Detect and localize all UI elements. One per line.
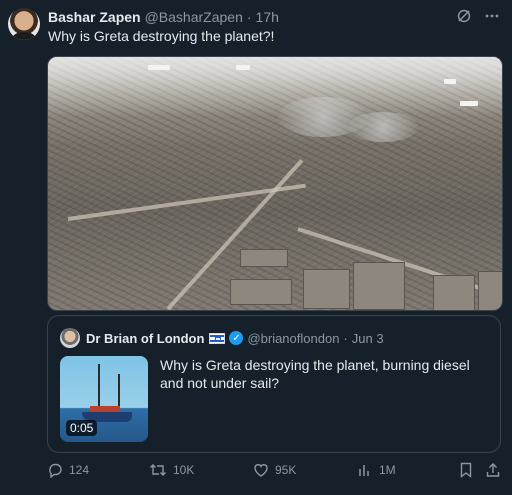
- quoted-post-text: Why is Greta destroying the planet, burn…: [160, 357, 470, 391]
- repost-button[interactable]: 10K: [149, 462, 194, 478]
- author-handle[interactable]: @BasharZapen: [145, 9, 243, 25]
- header-icons: [456, 8, 500, 24]
- quoted-post-header: Dr Brian of London ✓ @brianoflondon · Ju…: [86, 328, 384, 348]
- quoted-video-thumbnail[interactable]: 0:05: [60, 356, 148, 442]
- post-header: Bashar Zapen @BasharZapen · 17h: [48, 8, 279, 26]
- quoted-post[interactable]: Dr Brian of London ✓ @brianoflondon · Ju…: [47, 315, 501, 453]
- post-text: Why is Greta destroying the planet?!: [48, 28, 275, 44]
- repost-icon: [149, 462, 167, 478]
- analytics-icon: [357, 462, 373, 478]
- reply-count: 124: [69, 463, 90, 477]
- bookmark-icon: [459, 462, 473, 478]
- quoted-author-avatar[interactable]: [60, 328, 80, 348]
- share-button[interactable]: [485, 462, 501, 478]
- verified-badge-icon: ✓: [229, 331, 244, 345]
- more-options-icon[interactable]: [484, 8, 500, 24]
- grok-icon[interactable]: [456, 8, 472, 24]
- bookmark-button[interactable]: [459, 462, 473, 478]
- israel-flag-icon: [209, 332, 226, 344]
- like-count: 95K: [275, 463, 297, 477]
- action-bar: 124 10K 95K 1M: [47, 462, 501, 484]
- post: Bashar Zapen @BasharZapen · 17h Why is G…: [0, 0, 512, 495]
- quoted-author-handle[interactable]: @brianoflondon: [247, 331, 339, 346]
- reply-icon: [47, 462, 63, 478]
- repost-count: 10K: [173, 463, 195, 477]
- author-name[interactable]: Bashar Zapen: [48, 9, 141, 25]
- view-count: 1M: [379, 463, 396, 477]
- quoted-post-date[interactable]: Jun 3: [352, 331, 384, 346]
- views-button[interactable]: 1M: [357, 462, 396, 478]
- reply-button[interactable]: 124: [47, 462, 89, 478]
- post-timestamp[interactable]: 17h: [256, 9, 279, 25]
- post-image[interactable]: [47, 56, 503, 311]
- heart-icon: [253, 462, 269, 478]
- separator-dot: ·: [246, 9, 252, 25]
- separator-dot: ·: [343, 330, 348, 346]
- like-button[interactable]: 95K: [253, 462, 296, 478]
- share-icon: [485, 462, 501, 478]
- quoted-author-name[interactable]: Dr Brian of London: [86, 331, 204, 346]
- author-avatar[interactable]: [8, 8, 40, 40]
- video-duration: 0:05: [66, 420, 98, 436]
